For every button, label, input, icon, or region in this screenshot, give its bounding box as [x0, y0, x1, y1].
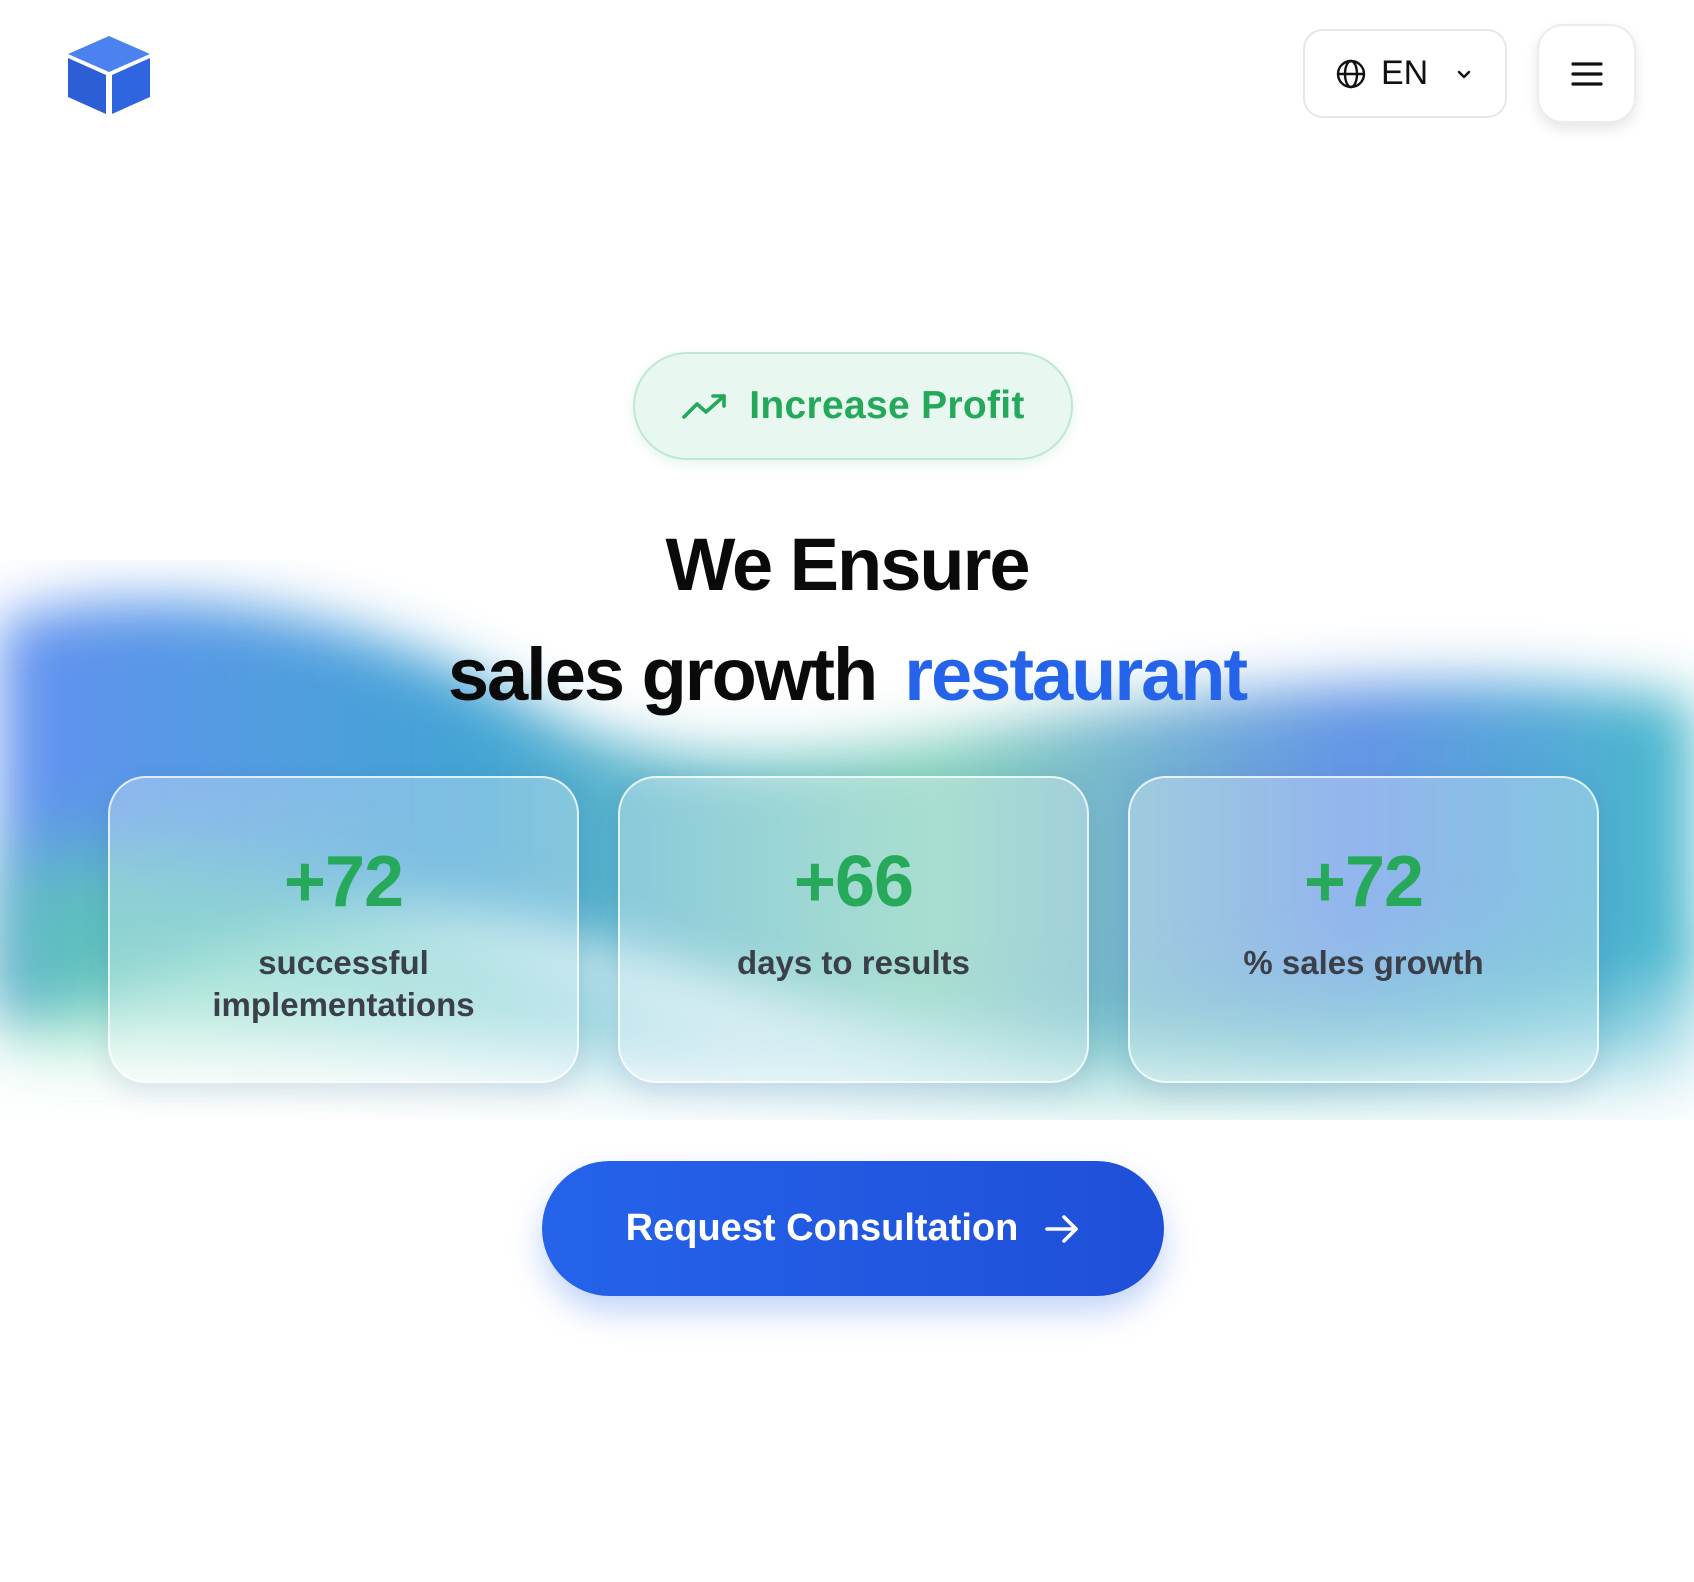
logo-cube-icon[interactable]: [66, 34, 152, 114]
stat-label: days to results: [737, 944, 970, 981]
stat-card-days: +66 days to results: [618, 776, 1089, 1083]
badge-label: Increase Profit: [749, 384, 1025, 427]
hamburger-icon: [1570, 61, 1603, 86]
request-consultation-button[interactable]: Request Consultation: [542, 1161, 1164, 1296]
stat-value: +66: [793, 842, 914, 922]
stat-value: +72: [1303, 842, 1424, 922]
stat-card-sales-growth: +72 % sales growth: [1128, 776, 1599, 1083]
hero-heading-line2: sales growth restaurant: [0, 635, 1694, 715]
chevron-down-icon: [1458, 70, 1471, 78]
stat-label: successful implementations: [212, 944, 475, 1023]
hero-heading-line1: We Ensure: [665, 523, 1030, 606]
cta-label: Request Consultation: [625, 1207, 1019, 1249]
language-selector[interactable]: EN: [1303, 29, 1507, 118]
stat-label: % sales growth: [1243, 944, 1484, 981]
hero-heading-accent: restaurant: [904, 633, 1248, 716]
language-label: EN: [1381, 54, 1429, 92]
trending-up-icon: [682, 394, 727, 419]
stat-value: +72: [283, 842, 404, 922]
stat-card-implementations: +72 successful implementations: [108, 776, 579, 1083]
menu-button[interactable]: [1537, 24, 1636, 123]
hero-heading-main: sales growth: [447, 633, 878, 716]
page: EN Increase Profit We Ensure sales growt…: [0, 0, 1694, 1582]
increase-profit-badge: Increase Profit: [633, 352, 1073, 460]
arrow-right-icon: [1045, 1214, 1079, 1243]
globe-icon: [1336, 59, 1366, 88]
